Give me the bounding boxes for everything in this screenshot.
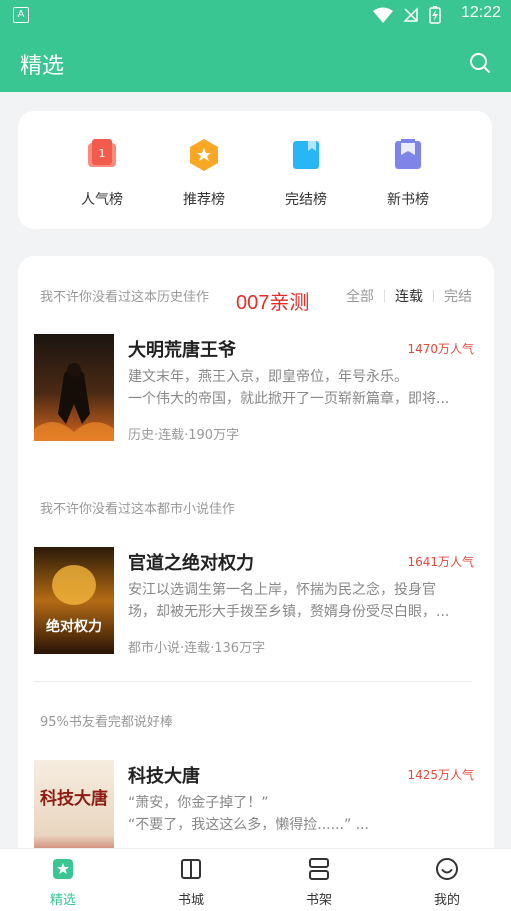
recommendation-feed: 我不许你没看过这本历史佳作 007亲测 全部 连载 完结 大明荒唐王爷 1470…	[18, 256, 494, 876]
book-popularity: 1641万人气	[407, 555, 474, 569]
section-heading: 95%书友看完都说好棒	[40, 715, 173, 730]
app-header: 精选	[0, 30, 511, 92]
tab-profile[interactable]: 我的	[407, 857, 487, 908]
section-divider	[34, 681, 472, 682]
ranking-categories: 1 人气榜 推荐榜 完结榜 新书榜	[18, 111, 492, 229]
description-line: 建文末年，燕王入京，即皇帝位，年号永乐。	[128, 369, 408, 385]
tab-featured[interactable]: 精选	[23, 857, 103, 908]
description-line: “萧安，你金子掉了！”	[128, 795, 269, 811]
app-notification-icon: A	[13, 7, 29, 23]
description-line: “不要了，我这这么多，懒得捡......” ...	[128, 817, 370, 833]
watermark-label: 007亲测	[236, 292, 310, 314]
filter-serializing[interactable]: 连载	[395, 286, 423, 306]
book-cover: 绝对权力	[34, 547, 114, 654]
status-icons	[373, 6, 441, 24]
finished-rank-icon	[293, 141, 319, 169]
description-line: 安江以选调生第一名上岸，怀揣为民之念，投身官	[128, 582, 436, 598]
category-label: 推荐榜	[183, 192, 225, 208]
battery-charging-icon	[429, 6, 441, 24]
book-title: 大明荒唐王爷	[128, 340, 236, 361]
tab-label: 书架	[305, 893, 332, 908]
bottom-tab-bar: 精选 书城 书架 我的	[0, 848, 511, 911]
book-description: 安江以选调生第一名上岸，怀揣为民之念，投身官 场，却被无形大手拨至乡镇，赘婿身份…	[128, 579, 474, 623]
cover-title: 绝对权力	[46, 618, 102, 635]
filter-all[interactable]: 全部	[346, 286, 374, 306]
filter-finished[interactable]: 完结	[444, 286, 472, 306]
recommend-rank-icon	[190, 139, 218, 171]
no-signal-icon	[403, 7, 418, 22]
search-icon[interactable]	[469, 52, 491, 74]
page-title: 精选	[20, 54, 65, 79]
book-popularity: 1425万人气	[407, 768, 474, 782]
tab-bookshelf[interactable]: 书架	[279, 857, 359, 908]
tab-book-city[interactable]: 书城	[151, 857, 231, 908]
clock: 12:22	[460, 4, 501, 21]
book-title: 科技大唐	[128, 766, 200, 787]
wifi-icon	[373, 7, 393, 23]
book-meta: 都市小说·连载·136万字	[128, 641, 266, 656]
category-label: 人气榜	[81, 192, 123, 208]
category-label: 完结榜	[285, 192, 327, 208]
status-filter: 全部 连载 完结	[346, 286, 472, 306]
rank-badge-number: 1	[99, 147, 106, 160]
new-book-rank-icon	[395, 139, 421, 169]
book-description: 建文末年，燕王入京，即皇帝位，年号永乐。 一个伟大的帝国，就此掀开了一页崭新篇章…	[128, 366, 474, 410]
category-popularity[interactable]: 1 人气榜	[62, 137, 142, 209]
book-city-icon	[181, 859, 201, 879]
bookshelf-icon	[309, 858, 329, 880]
category-finished[interactable]: 完结榜	[266, 137, 346, 209]
tab-label: 我的	[433, 893, 460, 908]
status-bar: A 12:22	[0, 0, 511, 30]
category-label: 新书榜	[387, 192, 429, 208]
cover-title: 科技大唐	[40, 788, 108, 809]
book-item[interactable]: 绝对权力 官道之绝对权力 1641万人气 安江以选调生第一名上岸，怀揣为民之念，…	[34, 547, 474, 656]
book-popularity: 1470万人气	[407, 342, 474, 356]
filter-divider	[384, 290, 385, 302]
book-meta: 历史·连载·190万字	[128, 428, 240, 443]
tab-label: 书城	[177, 893, 204, 908]
featured-icon	[53, 859, 73, 879]
tab-label: 精选	[49, 893, 76, 908]
filter-divider	[433, 290, 434, 302]
profile-icon	[436, 858, 458, 880]
category-new[interactable]: 新书榜	[368, 137, 448, 209]
section-heading: 我不许你没看过这本都市小说佳作	[40, 502, 236, 517]
book-cover	[34, 334, 114, 441]
book-item[interactable]: 大明荒唐王爷 1470万人气 建文末年，燕王入京，即皇帝位，年号永乐。 一个伟大…	[34, 334, 474, 443]
category-recommend[interactable]: 推荐榜	[164, 137, 244, 209]
description-line: 一个伟大的帝国，就此掀开了一页崭新篇章，即将...	[128, 391, 450, 407]
book-title: 官道之绝对权力	[128, 553, 254, 574]
description-line: 场，却被无形大手拨至乡镇，赘婿身份受尽白眼，...	[128, 604, 450, 620]
popularity-rank-icon: 1	[88, 139, 116, 167]
section-heading: 我不许你没看过这本历史佳作	[40, 290, 210, 305]
book-description: “萧安，你金子掉了！” “不要了，我这这么多，懒得捡......” ...	[128, 792, 474, 836]
